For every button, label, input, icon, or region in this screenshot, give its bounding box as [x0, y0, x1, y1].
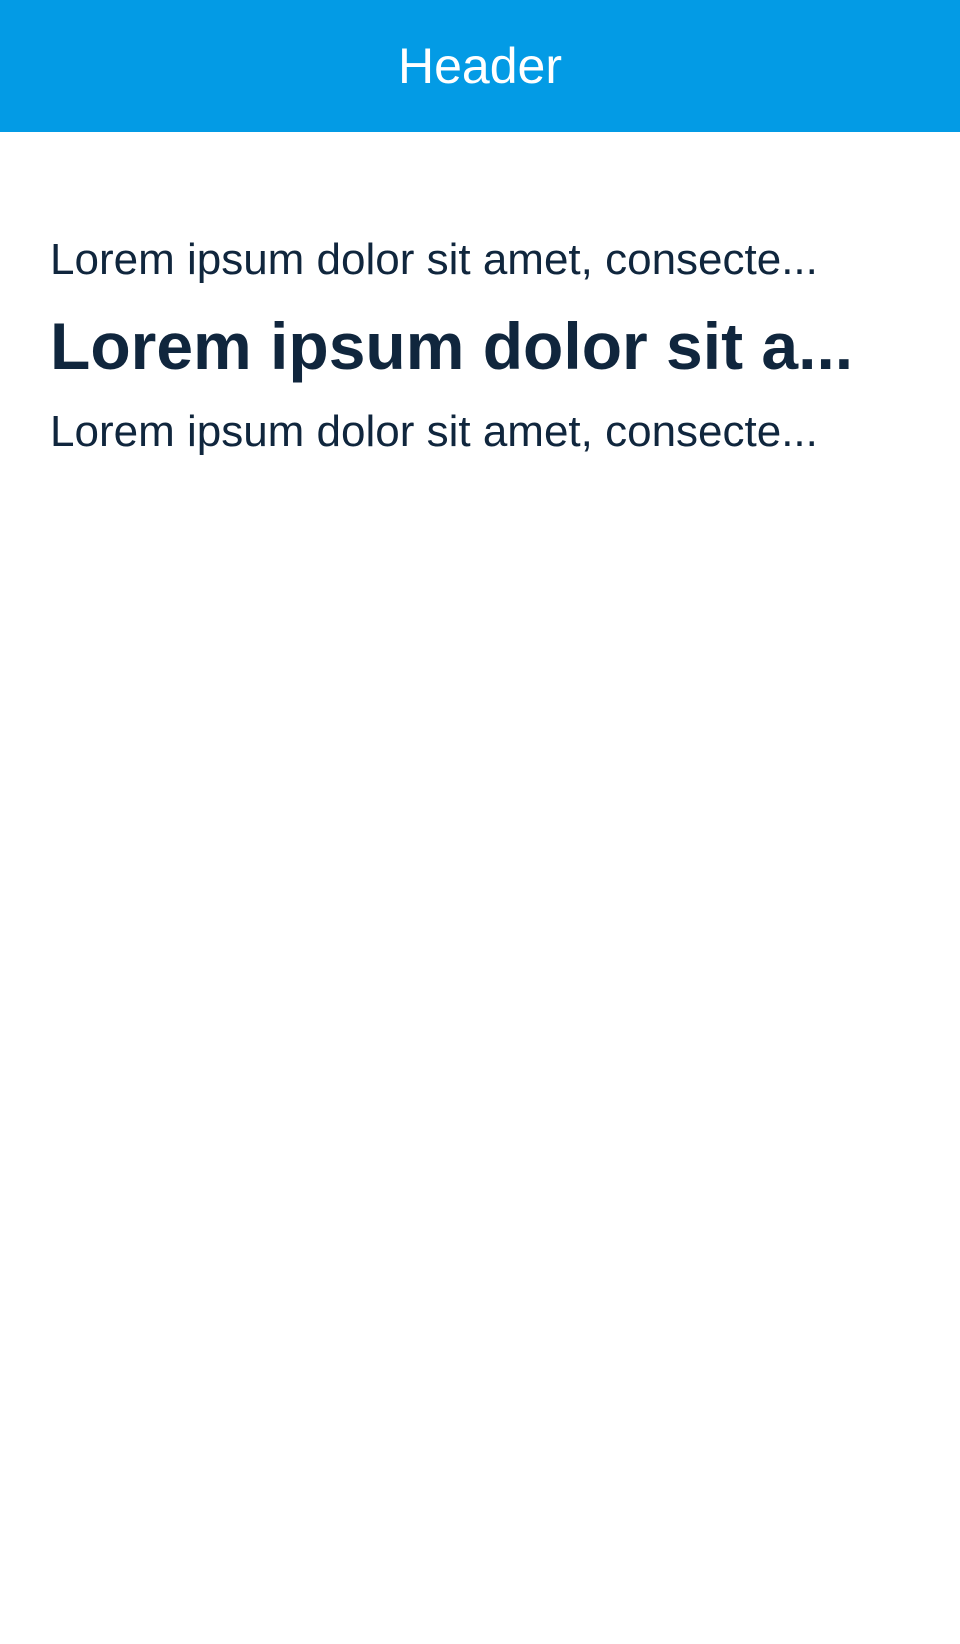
text-line-1: Lorem ipsum dolor sit amet, consecte... [50, 235, 818, 284]
heading-text: Lorem ipsum dolor sit a... [50, 309, 854, 383]
app-screen: Header Lorem ipsum dolor sit amet, conse… [0, 0, 960, 1644]
header-bar: Header [0, 0, 960, 132]
content-area: Lorem ipsum dolor sit amet, consecte... … [0, 132, 960, 463]
header-title: Header [398, 38, 562, 94]
text-line-2: Lorem ipsum dolor sit amet, consecte... [50, 407, 818, 456]
